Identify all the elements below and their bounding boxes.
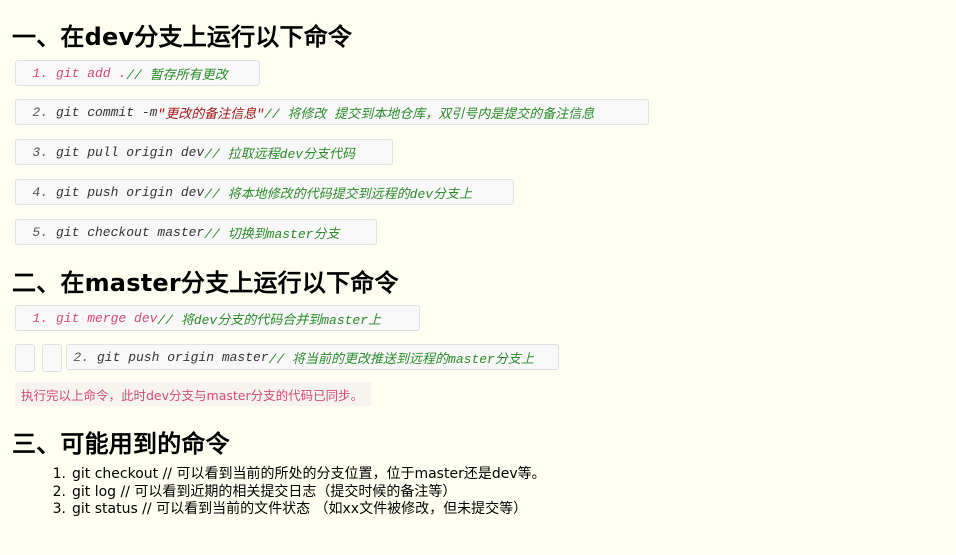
line-number: 1. (32, 310, 48, 326)
other-commands-list: 1. git checkout // 可以看到当前的所处的分支位置，位于mast… (40, 466, 546, 519)
code-command: git push origin master (97, 349, 269, 365)
line-number: 5. (32, 224, 48, 240)
list-text: git status // 可以看到当前的文件状态 （如xx文件被修改，但未提交… (72, 501, 528, 517)
code-line-dev-4: 4. git push origin dev // 将本地修改的代码提交到远程的… (15, 179, 514, 205)
empty-code-block (15, 344, 35, 372)
article-page: 一、在dev分支上运行以下命令 1. git add . // 暂存所有更改 2… (0, 0, 956, 555)
code-comment: // 将修改 提交到本地仓库，双引号内是提交的备注信息 (264, 106, 595, 122)
section-heading-other: 三、可能用到的命令 (12, 430, 230, 458)
list-item: 1. git checkout // 可以看到当前的所处的分支位置，位于mast… (40, 466, 546, 484)
line-number: 3. (32, 144, 48, 160)
code-comment: // 将本地修改的代码提交到远程的dev分支上 (204, 186, 473, 202)
code-command: git merge dev (56, 310, 158, 326)
list-number: 2. (52, 483, 66, 500)
list-text: git log // 可以看到近期的相关提交日志（提交时候的备注等） (72, 483, 457, 500)
code-line-master-1: 1. git merge dev // 将dev分支的代码合并到master上 (15, 305, 420, 331)
code-line-master-2: 2. git push origin master // 将当前的更改推送到远程… (66, 344, 559, 370)
line-number: 1. (32, 65, 48, 81)
list-item: 3. git status // 可以看到当前的文件状态 （如xx文件被修改，但… (40, 501, 546, 519)
code-comment: // 暂存所有更改 (126, 67, 228, 83)
list-item: 2. git log // 可以看到近期的相关提交日志（提交时候的备注等） (40, 484, 546, 502)
code-comment: // 拉取远程dev分支代码 (204, 146, 356, 162)
list-number: 3. (52, 501, 66, 517)
code-command: git pull origin dev (56, 144, 205, 160)
code-string: "更改的备注信息" (157, 106, 265, 122)
empty-code-block (42, 344, 62, 372)
code-comment: // 切换到master分支 (204, 226, 340, 242)
code-command: git push origin dev (56, 184, 205, 200)
line-number: 2. (32, 104, 48, 120)
code-comment: // 将dev分支的代码合并到master上 (157, 312, 382, 328)
list-number: 1. (52, 466, 66, 482)
code-line-dev-3: 3. git pull origin dev // 拉取远程dev分支代码 (15, 139, 393, 165)
sync-note: 执行完以上命令，此时dev分支与master分支的代码已同步。 (15, 382, 372, 406)
code-line-dev-5: 5. git checkout master // 切换到master分支 (15, 219, 377, 245)
line-number: 4. (32, 184, 48, 200)
code-line-dev-1: 1. git add . // 暂存所有更改 (15, 60, 260, 86)
code-command: git commit -m (56, 104, 158, 120)
code-command: git add . (56, 65, 127, 81)
list-text: git checkout // 可以看到当前的所处的分支位置，位于master还… (72, 466, 546, 482)
code-line-dev-2: 2. git commit -m "更改的备注信息" // 将修改 提交到本地仓… (15, 99, 649, 125)
line-number: 2. (73, 349, 89, 365)
code-comment: // 将当前的更改推送到远程的master分支上 (268, 351, 534, 367)
section-heading-dev: 一、在dev分支上运行以下命令 (12, 23, 353, 51)
code-command: git checkout master (56, 224, 205, 240)
section-heading-master: 二、在master分支上运行以下命令 (12, 269, 399, 297)
